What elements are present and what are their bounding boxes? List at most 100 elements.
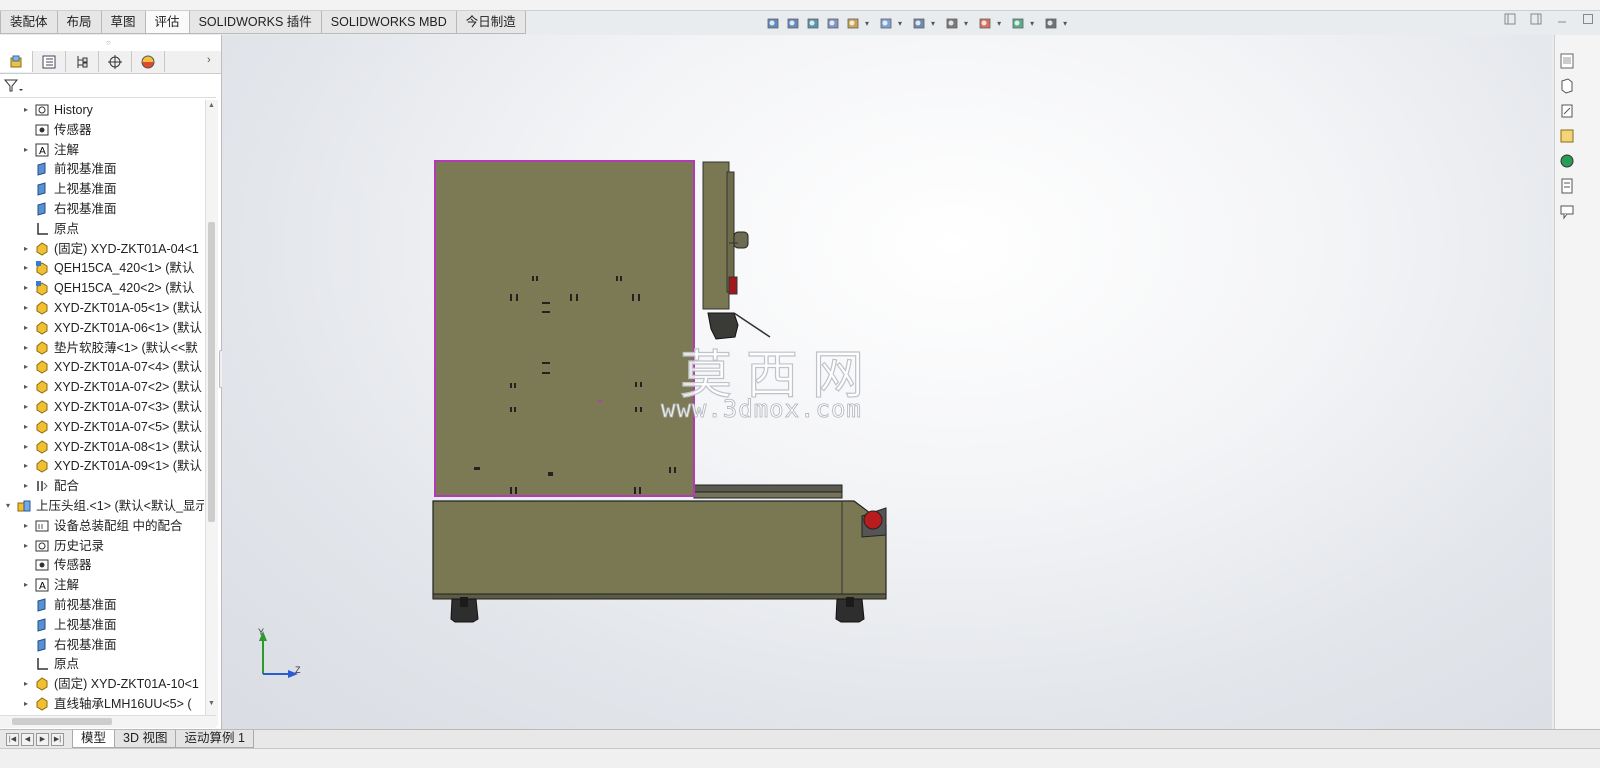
view-settings-icon[interactable]: [1043, 15, 1059, 31]
tree-item[interactable]: ▸ A 注解: [21, 140, 79, 160]
dropdown-caret-icon[interactable]: ▾: [964, 19, 968, 28]
tree-vertical-scrollbar[interactable]: ▲ ▼: [205, 100, 218, 726]
section-view-icon[interactable]: [825, 15, 841, 31]
custom-properties-icon[interactable]: [1559, 177, 1575, 195]
file-explorer-icon[interactable]: [1559, 102, 1575, 120]
tree-item[interactable]: ▸ (固定) XYD-ZKT01A-10<1: [21, 674, 199, 694]
expand-arrow-icon[interactable]: ▸: [21, 278, 31, 298]
tree-item[interactable]: ▸ 配合: [21, 476, 79, 496]
tree-item[interactable]: ▸ QEH15CA_420<1> (默认: [21, 258, 194, 278]
tab-command-1[interactable]: 布局: [56, 11, 102, 34]
expand-arrow-icon[interactable]: ▸: [21, 417, 31, 437]
chevron-right-icon[interactable]: ›: [207, 54, 211, 66]
minimize-icon[interactable]: [1556, 13, 1568, 25]
tab-command-5[interactable]: SOLIDWORKS MBD: [320, 11, 457, 34]
expand-arrow-icon[interactable]: ▸: [21, 437, 31, 457]
expand-arrow-icon[interactable]: ▸: [21, 397, 31, 417]
next-tab-icon[interactable]: ▶: [36, 732, 49, 746]
tab-dimxpert-manager[interactable]: [99, 51, 132, 72]
dropdown-caret-icon[interactable]: ▾: [898, 19, 902, 28]
tree-filter-bar[interactable]: [0, 75, 216, 98]
dropdown-caret-icon[interactable]: ▾: [1030, 19, 1034, 28]
prev-tab-icon[interactable]: ◀: [21, 732, 34, 746]
tree-item[interactable]: ▸ A 注解: [21, 575, 79, 595]
expand-arrow-icon[interactable]: ▸: [21, 694, 31, 714]
tab-bottom-0[interactable]: 模型: [72, 730, 116, 748]
expand-arrow-icon[interactable]: ▸: [21, 575, 31, 595]
maximize-icon[interactable]: [1582, 13, 1594, 25]
tree-item[interactable]: ▸ XYD-ZKT01A-06<1> (默认: [21, 318, 202, 338]
design-library-icon[interactable]: [1559, 77, 1575, 95]
tree-item[interactable]: 原点: [21, 654, 79, 674]
expand-arrow-icon[interactable]: ▸: [21, 476, 31, 496]
tree-item[interactable]: 原点: [21, 219, 79, 239]
tree-item[interactable]: 传感器: [21, 555, 92, 575]
edit-appearance-icon[interactable]: [977, 15, 993, 31]
apply-scene-icon[interactable]: [1010, 15, 1026, 31]
tree-item[interactable]: ▸ QEH15CA_420<2> (默认: [21, 278, 194, 298]
tab-command-0[interactable]: 装配体: [0, 11, 58, 34]
scrollbar-thumb[interactable]: [208, 222, 215, 522]
filter-icon[interactable]: [3, 78, 25, 94]
tree-item[interactable]: 传感器: [21, 120, 92, 140]
base-body[interactable]: [432, 500, 887, 599]
solidworks-resources-icon[interactable]: [1559, 52, 1575, 70]
tree-item[interactable]: ▸ History: [21, 100, 93, 120]
tree-item[interactable]: ▸ XYD-ZKT01A-05<1> (默认: [21, 298, 202, 318]
expand-arrow-icon[interactable]: ▸: [21, 100, 31, 120]
expand-arrow-icon[interactable]: ▸: [21, 140, 31, 160]
tab-feature-tree[interactable]: [0, 51, 33, 72]
first-tab-icon[interactable]: |◀: [6, 732, 19, 746]
tree-item[interactable]: 右视基准面: [21, 635, 117, 655]
tile-icon[interactable]: [1504, 13, 1516, 25]
scroll-up-icon[interactable]: ▲: [208, 102, 215, 109]
expand-arrow-icon[interactable]: ▸: [21, 516, 31, 536]
expand-arrow-icon[interactable]: ▸: [21, 456, 31, 476]
expand-arrow-icon[interactable]: ▸: [21, 318, 31, 338]
view-palette-icon[interactable]: [1559, 127, 1575, 145]
graphics-area[interactable]: Y Z: [222, 35, 1552, 731]
tree-item[interactable]: ▾ 上压头组.<1> (默认<默认_显示: [3, 496, 204, 516]
tree-item[interactable]: ▸ XYD-ZKT01A-07<4> (默认: [21, 357, 202, 377]
scroll-down-icon[interactable]: ▼: [208, 700, 215, 707]
expand-arrow-icon[interactable]: ▸: [21, 357, 31, 377]
view-orientation-icon[interactable]: [878, 15, 894, 31]
zoom-area-icon[interactable]: [785, 15, 801, 31]
tab-configuration-manager[interactable]: [66, 51, 99, 72]
dropdown-caret-icon[interactable]: ▾: [997, 19, 1001, 28]
hide-show-icon[interactable]: [944, 15, 960, 31]
tab-command-3[interactable]: 评估: [144, 11, 190, 34]
tree-item[interactable]: ▸ 设备总装配组 中的配合: [21, 516, 183, 536]
dynamic-annotation-icon[interactable]: [845, 15, 861, 31]
display-style-icon[interactable]: [911, 15, 927, 31]
tab-display-manager[interactable]: [132, 51, 165, 72]
zoom-to-fit-icon[interactable]: [765, 15, 781, 31]
main-panel[interactable]: [434, 160, 695, 497]
tree-item[interactable]: ▸ XYD-ZKT01A-09<1> (默认: [21, 456, 202, 476]
tree-item[interactable]: ▸ XYD-ZKT01A-07<2> (默认: [21, 377, 202, 397]
tree-item[interactable]: 前视基准面: [21, 159, 117, 179]
tree-item[interactable]: ▸ (固定) XYD-ZKT01A-04<1: [21, 239, 199, 259]
expand-arrow-icon[interactable]: ▸: [21, 536, 31, 556]
expand-arrow-icon[interactable]: ▸: [21, 239, 31, 259]
tree-item[interactable]: ▸ XYD-ZKT01A-08<1> (默认: [21, 437, 202, 457]
forum-icon[interactable]: [1559, 202, 1575, 220]
tab-command-6[interactable]: 今日制造: [455, 11, 526, 34]
tab-command-2[interactable]: 草图: [100, 11, 146, 34]
tree-item[interactable]: 上视基准面: [21, 179, 117, 199]
tab-bottom-1[interactable]: 3D 视图: [114, 730, 177, 748]
dropdown-caret-icon[interactable]: ▾: [931, 19, 935, 28]
restore-icon[interactable]: [1530, 13, 1542, 25]
expand-arrow-icon[interactable]: ▸: [21, 258, 31, 278]
side-plate[interactable]: [702, 161, 730, 310]
model-view[interactable]: [222, 35, 1552, 731]
tree-item[interactable]: ▸ 垫片软胶薄<1> (默认<<默: [21, 338, 198, 358]
expand-arrow-icon[interactable]: ▸: [21, 377, 31, 397]
tree-item[interactable]: 右视基准面: [21, 199, 117, 219]
tab-command-4[interactable]: SOLIDWORKS 插件: [188, 11, 322, 34]
previous-view-icon[interactable]: [805, 15, 821, 31]
tree-horizontal-scrollbar[interactable]: [0, 715, 216, 728]
emergency-stop-button[interactable]: [863, 510, 883, 530]
tree-item[interactable]: 前视基准面: [21, 595, 117, 615]
expand-arrow-icon[interactable]: ▸: [21, 674, 31, 694]
